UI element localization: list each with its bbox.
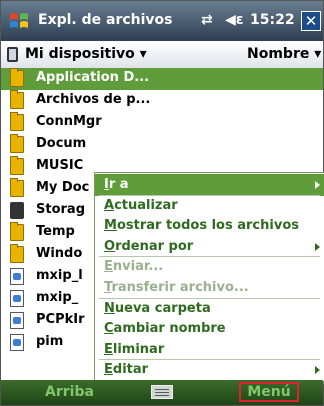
file-name: Docum bbox=[36, 136, 87, 151]
file-name: ConnMgr bbox=[36, 114, 102, 129]
window-title: Expl. de archivos bbox=[38, 12, 173, 28]
file-list-item[interactable]: ConnMgr bbox=[1, 112, 323, 134]
context-menu-item-label: Nueva carpeta bbox=[104, 300, 211, 316]
device-icon bbox=[7, 47, 18, 62]
context-menu-item: Transferir archivo... bbox=[95, 277, 324, 299]
context-menu-item[interactable]: Actualizar bbox=[95, 195, 324, 217]
clock-time[interactable]: 15:22 bbox=[250, 12, 295, 28]
windows-start-icon[interactable] bbox=[8, 10, 30, 32]
file-name: mxip_l bbox=[36, 268, 83, 283]
folder-icon bbox=[10, 112, 24, 131]
sort-dropdown[interactable]: Nombre ▾ bbox=[247, 46, 321, 62]
folder-icon bbox=[10, 90, 24, 109]
context-menu-item[interactable]: Editar bbox=[95, 359, 324, 381]
storage-card-icon bbox=[10, 202, 24, 219]
menu-softkey[interactable]: Menú bbox=[239, 382, 299, 402]
context-menu-item-label: Actualizar bbox=[104, 197, 178, 213]
context-menu-item-label: Eliminar bbox=[104, 341, 165, 357]
title-bar: Expl. de archivos ⇄ ◀ε 15:22 ✕ bbox=[1, 1, 323, 41]
file-name: Temp bbox=[36, 224, 75, 239]
volume-icon[interactable]: ◀ε bbox=[225, 12, 244, 28]
context-menu-item: Enviar... bbox=[95, 256, 324, 278]
context-menu-item-label: Ordenar por bbox=[104, 238, 194, 254]
file-icon bbox=[10, 268, 24, 285]
context-menu-item-label: Editar bbox=[104, 362, 149, 378]
context-menu-item[interactable]: Cambiar nombre bbox=[95, 318, 324, 340]
folder-icon bbox=[10, 156, 24, 175]
up-softkey[interactable]: Arriba bbox=[45, 384, 94, 400]
submenu-arrow-icon bbox=[315, 181, 320, 189]
softkey-bar: Arriba Menú bbox=[1, 380, 323, 405]
location-bar: Mi dispositivo ▾ Nombre ▾ bbox=[1, 42, 323, 69]
context-menu-item-label: Cambiar nombre bbox=[104, 321, 226, 337]
folder-icon bbox=[10, 68, 24, 87]
file-list-item[interactable]: Archivos de p... bbox=[1, 90, 323, 112]
context-menu: Ir a Actualizar Mostrar todos los archivos… bbox=[94, 172, 324, 382]
file-list-item[interactable]: Application D... bbox=[1, 68, 323, 90]
file-name: Archivos de p... bbox=[36, 92, 151, 107]
file-name: pim bbox=[36, 334, 64, 349]
file-name: PCPkIr bbox=[36, 312, 85, 327]
close-icon[interactable]: ✕ bbox=[301, 11, 321, 31]
file-name: mxip_ bbox=[36, 290, 79, 305]
file-name: My Doc bbox=[36, 180, 90, 195]
file-name: Windo bbox=[36, 246, 83, 261]
submenu-arrow-icon bbox=[315, 242, 320, 251]
file-list-item[interactable]: Docum bbox=[1, 134, 323, 156]
context-menu-item[interactable]: Ir a bbox=[95, 174, 324, 196]
context-menu-item[interactable]: Mostrar todos los archivos bbox=[95, 215, 324, 237]
file-icon bbox=[10, 290, 24, 307]
file-name: MUSIC bbox=[36, 158, 84, 173]
location-dropdown[interactable]: Mi dispositivo ▾ bbox=[25, 46, 147, 62]
context-menu-item[interactable]: Nueva carpeta bbox=[95, 298, 324, 320]
submenu-arrow-icon bbox=[315, 366, 320, 375]
file-icon bbox=[10, 334, 24, 351]
context-menu-item-label: Transferir archivo... bbox=[104, 280, 249, 295]
file-icon bbox=[10, 312, 24, 329]
context-menu-item-label: Ir a bbox=[104, 177, 129, 192]
connectivity-icon[interactable]: ⇄ bbox=[201, 12, 213, 28]
folder-icon bbox=[10, 222, 24, 241]
context-menu-item-label: Mostrar todos los archivos bbox=[104, 218, 299, 234]
context-menu-item[interactable]: Eliminar bbox=[95, 339, 324, 361]
context-menu-item[interactable]: Ordenar por bbox=[95, 236, 324, 258]
folder-icon bbox=[10, 178, 24, 197]
folder-icon bbox=[10, 244, 24, 263]
folder-icon bbox=[10, 134, 24, 153]
keyboard-icon[interactable] bbox=[151, 385, 173, 399]
file-name: Application D... bbox=[36, 70, 150, 85]
file-name: Storag bbox=[36, 202, 85, 217]
context-menu-item-label: Enviar... bbox=[104, 259, 164, 275]
